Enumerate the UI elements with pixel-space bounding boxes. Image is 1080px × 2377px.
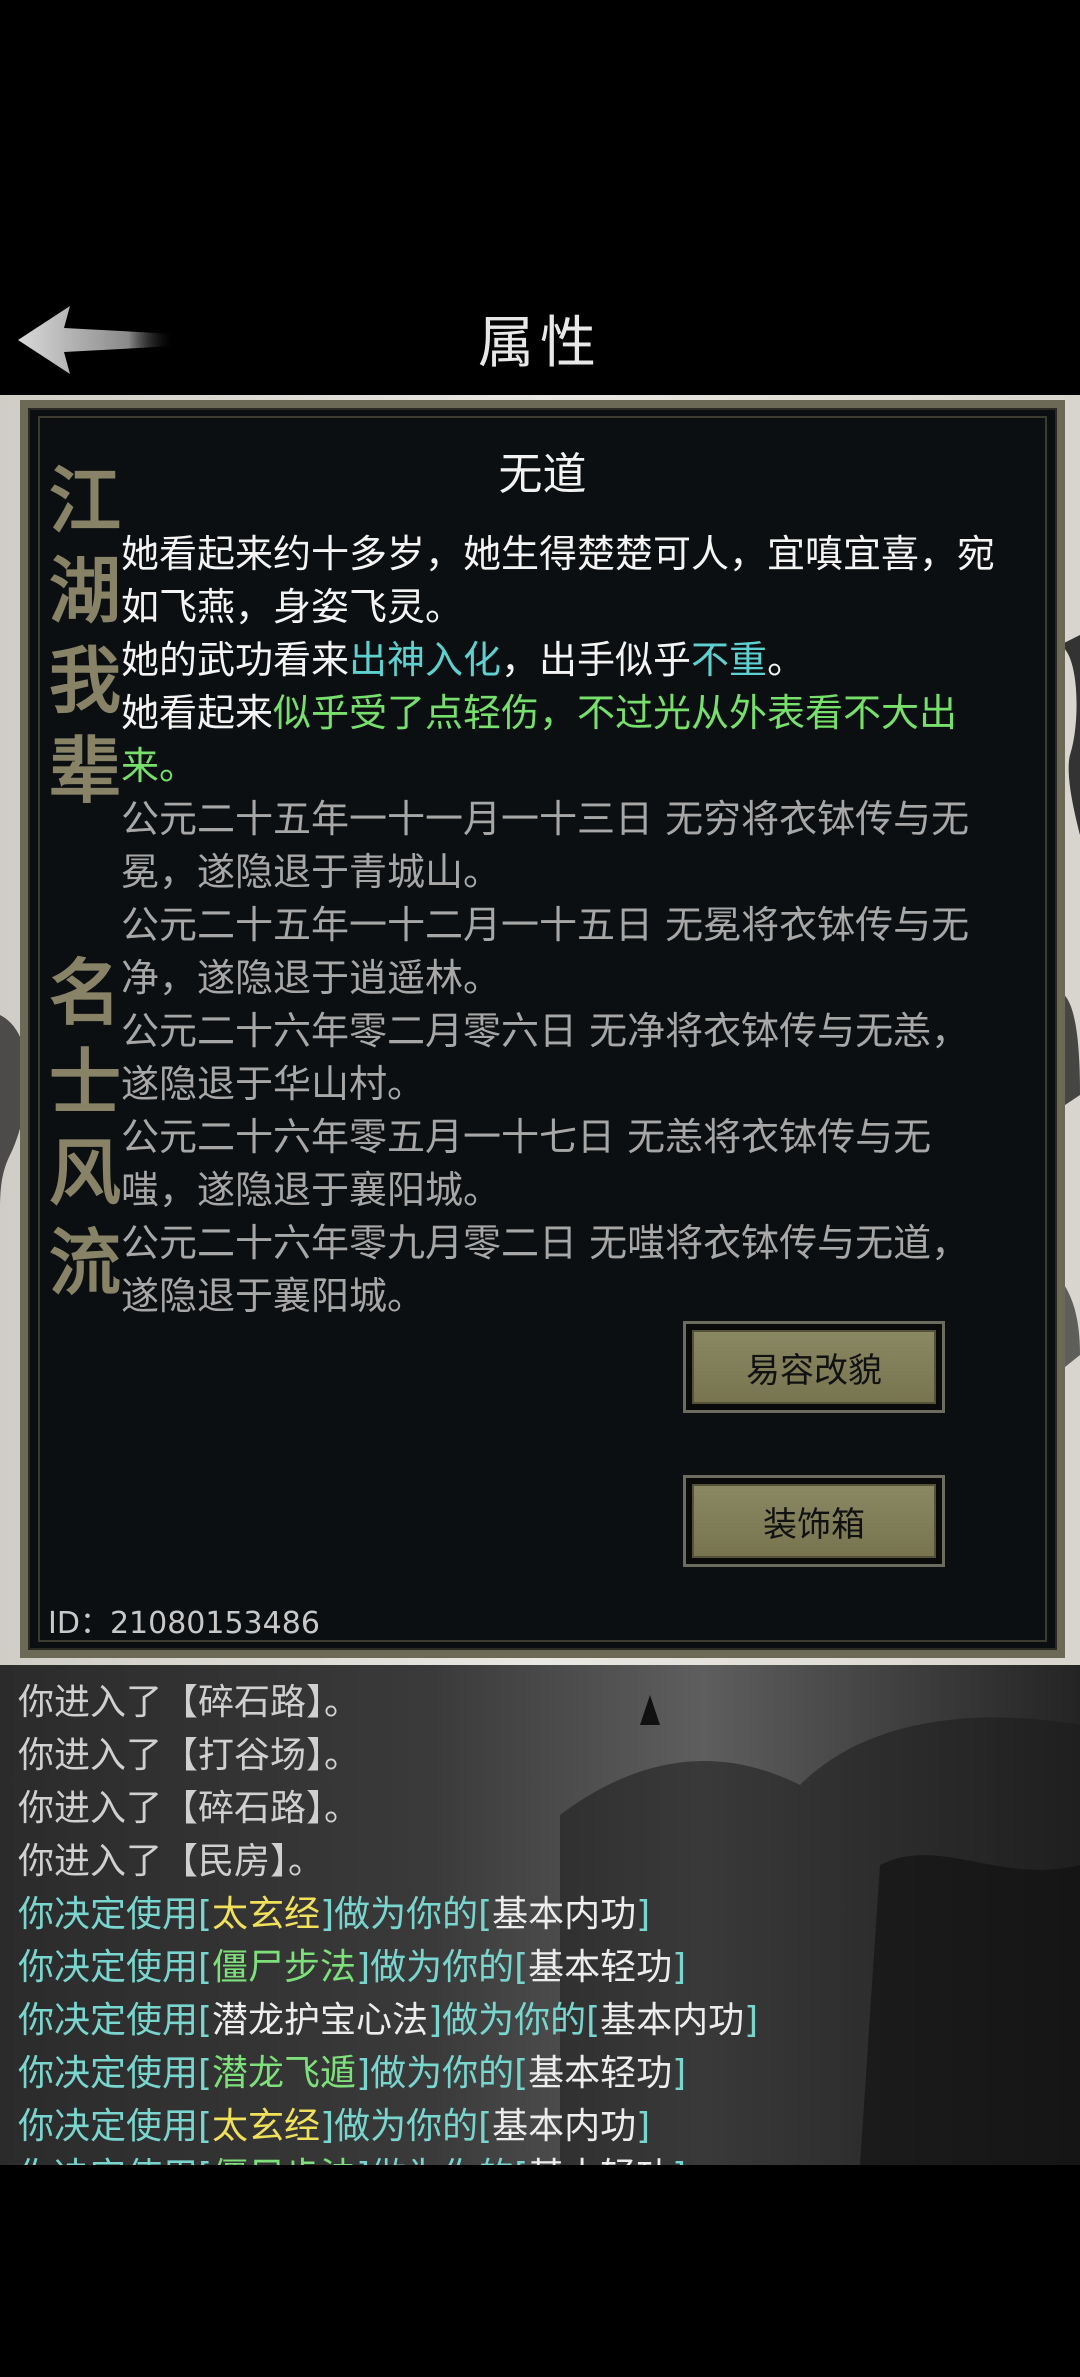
log-text: 你进入了 (18, 1841, 163, 1882)
history-line: 公元二十六年零二月零六日 无净将衣钵传与无恙，遂隐退于华山村。 (121, 1009, 970, 1106)
player-id: ID：21080153486 (48, 1606, 320, 1641)
martial-skill-text: 她的武功看来出神入化，出手似乎不重。 (121, 634, 1001, 687)
log-text: 你进入了 (18, 1682, 163, 1723)
log-line-entered: 你进入了【碎石路】。 (18, 1673, 360, 1725)
log-text: ]做为你的[ (356, 2053, 529, 2094)
desc-segment: 她看起来 (121, 691, 274, 735)
disguise-button-label: 易容改貌 (692, 1330, 936, 1404)
log-text: ] (636, 1894, 651, 1935)
log-line-skill: 你决定使用[僵尸步法]做为你的[基本轻功] (18, 2147, 686, 2165)
skill-slot: 基本轻功 (528, 2053, 673, 2094)
log-text: ] (636, 2106, 651, 2147)
location-name: 【碎石路】 (162, 1682, 325, 1723)
location-name: 【打谷场】 (162, 1735, 325, 1776)
log-text: ]做为你的[ (356, 2156, 528, 2165)
log-line-entered: 你进入了【打谷场】。 (18, 1726, 360, 1778)
calligraphy-char: 名 (48, 950, 121, 1035)
log-text: 你进入了 (18, 1788, 163, 1829)
skill-slot: 基本内功 (492, 1894, 637, 1935)
message-log[interactable]: 你进入了【碎石路】。 你进入了【打谷场】。 你进入了【碎石路】。 你进入了【民房… (0, 1665, 1080, 2165)
skill-name: 太玄经 (212, 1894, 321, 1935)
log-text: 。 (324, 1735, 361, 1776)
log-text: ]做为你的[ (320, 2106, 493, 2147)
attack-weight-highlight: 不重 (691, 638, 768, 682)
log-text: ] (672, 2053, 687, 2094)
desc-segment: 她看起来约十多岁，她生得 (121, 532, 578, 576)
log-text: 。 (324, 1682, 361, 1723)
skill-name: 潜龙护宝心法 (212, 2000, 429, 2041)
log-text: 你决定使用[ (18, 1894, 213, 1935)
calligraphy-char: 流 (48, 1220, 121, 1305)
calligraphy-jianghu: 江 湖 我 辈 (40, 456, 130, 816)
page-title: 属性 (478, 311, 602, 376)
skill-name: 潜龙飞遁 (212, 2053, 357, 2094)
log-text: ]做为你的[ (320, 1894, 493, 1935)
skill-slot: 基本内功 (492, 2106, 637, 2147)
desc-segment: 她的武功看来 (121, 638, 350, 682)
attribute-panel: 江 湖 我 辈 名 士 风 流 无道 她看起来约十多岁，她生得楚楚可人，宜嗔宜喜… (20, 400, 1065, 1658)
log-line-entered: 你进入了【民房】。 (18, 1832, 324, 1884)
log-text: ]做为你的[ (428, 2000, 601, 2041)
log-text: 。 (324, 1788, 361, 1829)
skill-slot: 基本轻功 (528, 1947, 673, 1988)
log-line-skill: 你决定使用[僵尸步法]做为你的[基本轻功] (18, 1938, 686, 1990)
calligraphy-char: 湖 (48, 548, 121, 633)
log-line-skill: 你决定使用[潜龙护宝心法]做为你的[基本内功] (18, 1991, 758, 2043)
location-name: 【碎石路】 (162, 1788, 325, 1829)
skill-level-highlight: 出神入化 (349, 638, 502, 682)
wardrobe-button-label: 装饰箱 (692, 1484, 936, 1558)
log-line-skill: 你决定使用[太玄经]做为你的[基本内功] (18, 1885, 650, 1937)
calligraphy-char: 士 (48, 1040, 121, 1125)
header-bar: 属性 (0, 0, 1080, 395)
disguise-button[interactable]: 易容改貌 (683, 1321, 945, 1413)
history-line: 公元二十五年一十一月一十三日 无穷将衣钵传与无冕，遂隐退于青城山。 (121, 797, 970, 894)
calligraphy-char: 我 (48, 638, 121, 723)
log-text: 。 (288, 1841, 325, 1882)
skill-name: 太玄经 (212, 2106, 321, 2147)
log-text: ] (672, 2156, 686, 2165)
log-text: 你进入了 (18, 1735, 163, 1776)
desc-segment: 。 (425, 585, 464, 629)
log-line-skill: 你决定使用[太玄经]做为你的[基本内功] (18, 2097, 650, 2149)
history-line: 公元二十六年零五月一十七日 无恙将衣钵传与无嗤，遂隐退于襄阳城。 (121, 1115, 932, 1212)
log-text: 你决定使用[ (18, 2106, 213, 2147)
desc-segment: ，出手似乎 (501, 638, 692, 682)
character-description[interactable]: 她看起来约十多岁，她生得楚楚可人，宜嗔宜喜，宛如飞燕，身姿飞灵。 她的武功看来出… (121, 528, 1001, 1315)
health-text: 她看起来似乎受了点轻伤，不过光从外表看不大出来。 (121, 687, 1001, 793)
skill-slot: 基本内功 (600, 2000, 745, 2041)
calligraphy-mingshi: 名 士 风 流 (40, 948, 130, 1308)
calligraphy-char: 风 (48, 1130, 121, 1215)
skill-name: 僵尸步法 (212, 1947, 357, 1988)
location-name: 【民房】 (162, 1841, 289, 1882)
appearance-text: 她看起来约十多岁，她生得楚楚可人，宜嗔宜喜，宛如飞燕，身姿飞灵。 (121, 528, 1001, 634)
history-line: 公元二十五年一十二月一十五日 无冕将衣钵传与无净，遂隐退于逍遥林。 (121, 903, 970, 1000)
skill-name: 僵尸步法 (212, 2156, 356, 2165)
log-text: ]做为你的[ (356, 1947, 529, 1988)
wardrobe-button[interactable]: 装饰箱 (683, 1475, 945, 1567)
log-text: ] (672, 1947, 687, 1988)
character-name: 无道 (498, 449, 587, 500)
log-line-entered: 你进入了【碎石路】。 (18, 1779, 360, 1831)
skill-slot: 基本轻功 (528, 2156, 672, 2165)
log-line-skill: 你决定使用[潜龙飞遁]做为你的[基本轻功] (18, 2044, 686, 2096)
log-text: 你决定使用[ (18, 1947, 213, 1988)
log-text: 你决定使用[ (18, 2156, 212, 2165)
log-text: 你决定使用[ (18, 2053, 213, 2094)
calligraphy-char: 辈 (48, 728, 121, 813)
log-text: ] (744, 2000, 759, 2041)
desc-segment: 。 (767, 638, 806, 682)
log-text: 你决定使用[ (18, 2000, 213, 2041)
history-line: 公元二十六年零九月零二日 无嗤将衣钵传与无道，遂隐退于襄阳城。 (121, 1221, 970, 1315)
